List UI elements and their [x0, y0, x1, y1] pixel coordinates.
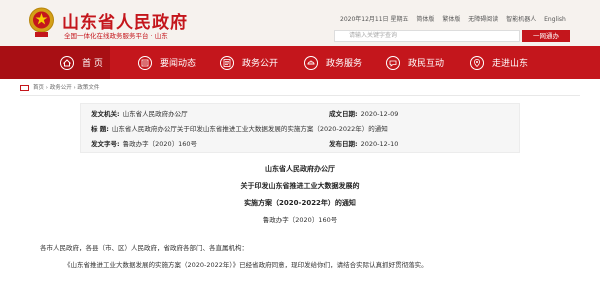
docno-value: 鲁政办字〔2020〕160号 [122, 140, 198, 148]
doc-title-line2: 实施方案（2020-2022年）的通知 [244, 199, 356, 207]
nav-label-news: 要闻动态 [160, 59, 197, 69]
nav-label-interaction: 政民互动 [408, 59, 445, 69]
doc-number: 鲁政办字〔2020〕160号 [262, 216, 338, 224]
site-header: 山东省人民政府 全国一体化在线政务服务平台 · 山东 2020年12月11日 星… [0, 0, 600, 46]
current-date: 2020年12月11日 星期五 [340, 16, 409, 23]
date-label: 成文日期: [329, 110, 358, 118]
search-input[interactable]: 请输入关键字查询 [334, 30, 520, 42]
docno-row: 发文字号: 鲁政办字〔2020〕160号 [91, 138, 197, 150]
breadcrumb-text[interactable]: 首页 › 政务公开 › 政策文件 [33, 85, 99, 91]
home-icon [60, 55, 74, 70]
docno-label: 发文字号: [91, 140, 120, 148]
top-utility-bar: 2020年12月11日 星期五 简体版 繁体版 无障碍阅读 智能机器人 Engl… [340, 14, 572, 23]
robot-link[interactable]: 智能机器人 [506, 16, 536, 23]
one-stop-service-button[interactable]: 一网通办 [522, 30, 570, 42]
issuer-label: 发文机关: [91, 110, 120, 118]
nav-label-shandong: 走进山东 [492, 59, 529, 69]
doc-body: 《山东省推进工业大数据发展的实施方案（2020-2022年）》已经省政府同意，现… [64, 261, 428, 269]
interaction-icon [386, 55, 400, 70]
date-value: 2020-12-09 [360, 110, 399, 118]
nav-item-news[interactable]: 要闻动态 [138, 46, 196, 79]
divider [20, 95, 580, 96]
nav-item-open-gov[interactable]: 政务公开 [220, 46, 278, 79]
accessibility-link[interactable]: 无障碍阅读 [468, 16, 498, 23]
breadcrumb: 首页 › 政务公开 › 政策文件 [20, 82, 580, 94]
issuer-row: 发文机关: 山东省人民政府办公厅 [91, 108, 188, 120]
title-row: 标 题: 山东省人民政府办公厅关于印发山东省推进工业大数据发展的实施方案（2020… [91, 123, 388, 135]
pubdate-value: 2020-12-10 [360, 140, 399, 148]
nav-label-open-gov: 政务公开 [242, 59, 279, 69]
english-link[interactable]: English [544, 16, 566, 23]
document-info-box: 发文机关: 山东省人民政府办公厅 成文日期: 2020-12-09 标 题: 山东省人… [80, 103, 520, 153]
location-icon [20, 84, 29, 91]
title-label: 标 题: [91, 125, 109, 133]
title-value: 山东省人民政府办公厅关于印发山东省推进工业大数据发展的实施方案（2020-202… [111, 125, 388, 133]
nav-item-shandong[interactable]: 走进山东 [470, 46, 528, 79]
national-emblem-icon [29, 7, 54, 37]
main-nav: 首 页 要闻动态 政务公开 政务服务 政民互动 走进山东 [0, 46, 600, 79]
pubdate-label: 发布日期: [329, 140, 358, 148]
nav-item-home[interactable]: 首 页 [0, 46, 110, 79]
pubdate-row: 发布日期: 2020-12-10 [329, 138, 398, 150]
nav-label-service: 政务服务 [326, 59, 363, 69]
service-icon [304, 55, 318, 70]
nav-label-home: 首 页 [82, 59, 103, 69]
doc-title-line1: 关于印发山东省推进工业大数据发展的 [240, 182, 360, 190]
doc-org: 山东省人民政府办公厅 [265, 165, 335, 173]
nav-item-service[interactable]: 政务服务 [304, 46, 362, 79]
doc-salutation: 各市人民政府，各县（市、区）人民政府，省政府各部门、各直属机构： [40, 244, 248, 252]
open-gov-icon [220, 55, 234, 70]
issuer-value: 山东省人民政府办公厅 [122, 110, 188, 118]
simplified-link[interactable]: 简体版 [416, 16, 434, 23]
site-subtitle: 全国一体化在线政务服务平台 · 山东 [64, 32, 168, 40]
date-row: 成文日期: 2020-12-09 [329, 108, 398, 120]
news-icon [138, 55, 152, 70]
nav-item-interaction[interactable]: 政民互动 [386, 46, 444, 79]
shandong-icon [470, 55, 484, 70]
traditional-link[interactable]: 繁体版 [442, 16, 460, 23]
